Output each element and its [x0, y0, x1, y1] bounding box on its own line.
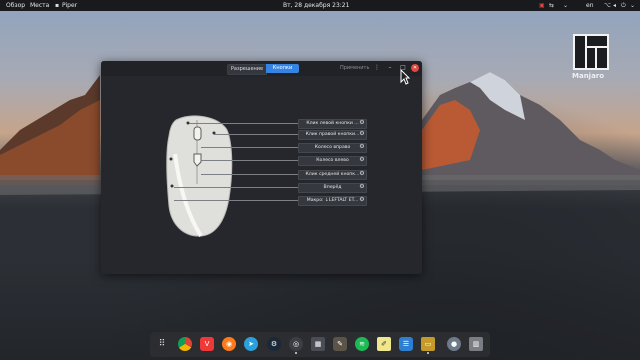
mouse-illustration: [166, 115, 233, 238]
terminal-icon[interactable]: ▦: [311, 337, 325, 351]
button-mapping-wheel-right[interactable]: Колесо вправо: [298, 143, 367, 153]
connector-line: [201, 174, 298, 175]
connector-line: [174, 187, 298, 188]
clipboard-icon[interactable]: ⇆: [549, 2, 554, 9]
gear-icon[interactable]: ⚙: [358, 130, 366, 138]
connector-line: [189, 123, 298, 124]
notification-icon[interactable]: ▣: [539, 2, 545, 9]
clock[interactable]: Вт, 28 декабря 23:21: [283, 2, 349, 9]
app-menu[interactable]: Piper: [62, 2, 77, 9]
spotify-icon[interactable]: ≋: [355, 337, 369, 351]
button-mapping-forward[interactable]: Вперёд: [298, 183, 367, 193]
cursor-icon: [400, 69, 410, 85]
steam-icon[interactable]: ⚙: [267, 337, 281, 351]
gear-icon[interactable]: ⚙: [358, 183, 366, 191]
gear-icon[interactable]: ⚙: [358, 170, 366, 178]
connector-line: [174, 200, 298, 201]
top-bar: Обзор Места ▪ Piper Вт, 28 декабря 23:21…: [0, 0, 640, 11]
network-icon[interactable]: ⌥: [604, 2, 611, 9]
header-bar: Разрешение Кнопки Применить ⋮ – □ ✕: [101, 61, 422, 76]
gimp-icon[interactable]: ✎: [333, 337, 347, 351]
network-icon[interactable]: ☰: [399, 337, 413, 351]
menu-icon[interactable]: ⋮: [373, 64, 381, 72]
piper-app-icon: ▪: [55, 2, 60, 9]
close-icon[interactable]: ✕: [411, 64, 419, 72]
firefox-icon[interactable]: ◉: [222, 337, 236, 351]
volume-icon[interactable]: ◂: [613, 2, 616, 9]
button-mapping-macro[interactable]: Макро: ↓LEFTALT ET...: [298, 196, 367, 206]
active-indicator: [427, 352, 429, 354]
chevron-down-icon[interactable]: ⌄: [630, 2, 635, 9]
manjaro-label: Manjaro: [572, 72, 605, 80]
tab-buttons[interactable]: Кнопки: [266, 64, 299, 73]
gear-icon[interactable]: ⚙: [358, 196, 366, 204]
gear-icon[interactable]: ⚙: [358, 156, 366, 164]
gear-icon[interactable]: ⚙: [358, 119, 366, 127]
telegram-icon[interactable]: ➤: [244, 337, 258, 351]
active-indicator: [295, 352, 297, 354]
button-mapping-right-click[interactable]: Клик правой кнопки...: [298, 130, 367, 140]
piper-window: Разрешение Кнопки Применить ⋮ – □ ✕ Клик…: [101, 61, 422, 274]
apply-button[interactable]: Применить: [340, 65, 369, 71]
connector-line: [214, 134, 298, 135]
vivaldi-icon[interactable]: V: [200, 337, 214, 351]
connector-line: [201, 160, 298, 161]
power-icon[interactable]: ⏻: [621, 2, 626, 10]
chrome-icon[interactable]: [178, 337, 192, 351]
chevron-down-icon[interactable]: ⌄: [563, 2, 568, 9]
notes-icon[interactable]: ✐: [377, 337, 391, 351]
piper-icon[interactable]: ◎: [289, 337, 303, 351]
button-mapping-middle-click[interactable]: Клик средней кнопк...: [298, 170, 367, 180]
keyboard-layout[interactable]: en: [586, 2, 594, 9]
overview-button[interactable]: Обзор: [6, 2, 25, 9]
files-icon[interactable]: ▭: [421, 337, 435, 351]
connector-line: [201, 147, 298, 148]
places-menu[interactable]: Места: [30, 2, 49, 9]
manjaro-logo: [573, 34, 609, 70]
app-grid-icon[interactable]: ⠿: [155, 337, 169, 351]
gear-icon[interactable]: ⚙: [358, 143, 366, 151]
button-mapping-left-click[interactable]: Клик левой кнопки ...: [298, 119, 367, 129]
tab-resolution[interactable]: Разрешение: [227, 64, 267, 75]
disks-icon[interactable]: ●: [447, 337, 461, 351]
button-mapping-wheel-left[interactable]: Колесо влево: [298, 156, 367, 166]
minimize-icon[interactable]: –: [386, 64, 394, 72]
trash-icon[interactable]: ▥: [469, 337, 483, 351]
